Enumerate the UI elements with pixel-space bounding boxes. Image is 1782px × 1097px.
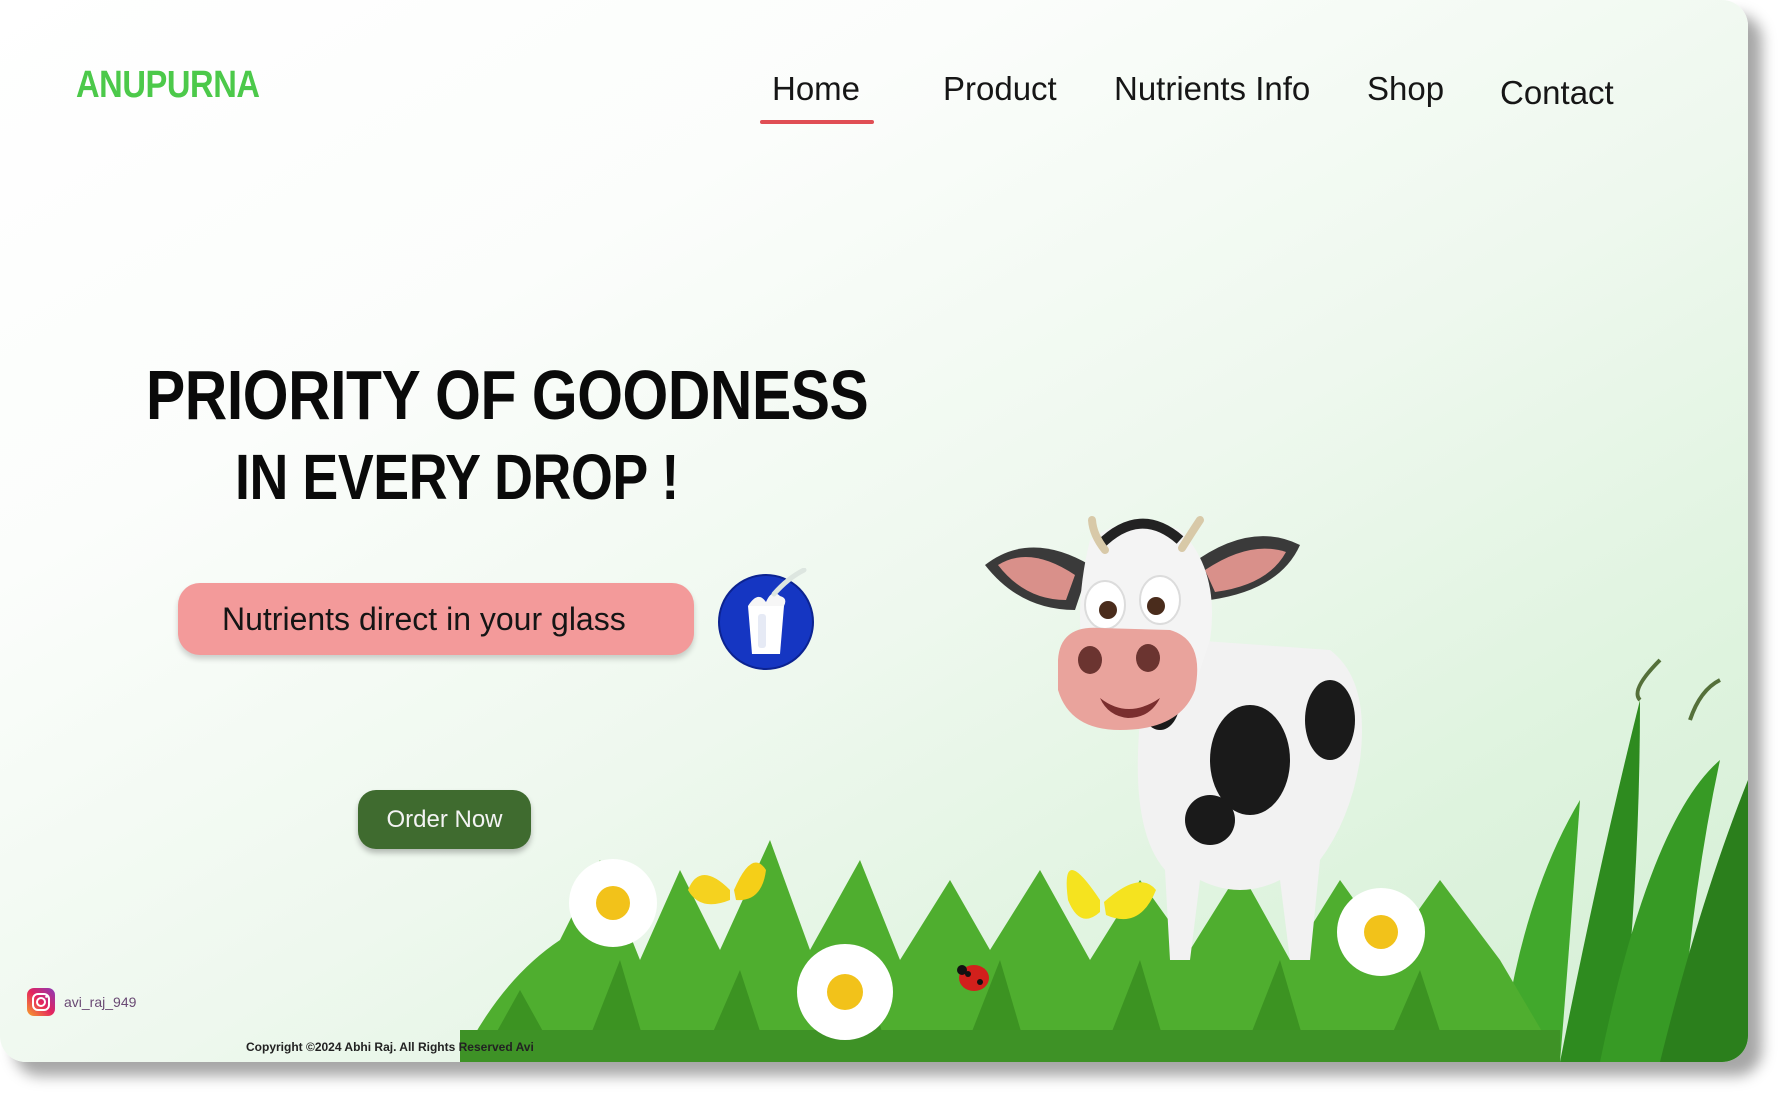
instagram-link[interactable]: avi_raj_949 bbox=[26, 987, 136, 1017]
nav-shop[interactable]: Shop bbox=[1367, 70, 1444, 108]
tagline-pill: Nutrients direct in your glass bbox=[178, 583, 694, 655]
tall-grass bbox=[1500, 658, 1748, 1062]
hero-headline-line2: IN EVERY DROP ! bbox=[235, 441, 679, 513]
hero-headline-line1: PRIORITY OF GOODNESS bbox=[146, 356, 869, 434]
nav-home[interactable]: Home bbox=[772, 70, 860, 108]
meadow-cow-illustration bbox=[460, 516, 1748, 1062]
grass-band bbox=[460, 840, 1560, 1062]
ladybug bbox=[957, 965, 989, 991]
landing-page: ANUPURNA Home Product Nutrients Info Sho… bbox=[0, 0, 1748, 1062]
copyright-text: Copyright ©2024 Abhi Raj. All Rights Res… bbox=[246, 1040, 534, 1054]
daisy-flower bbox=[1337, 888, 1425, 976]
order-now-button[interactable]: Order Now bbox=[358, 790, 531, 849]
cartoon-cow bbox=[985, 516, 1362, 960]
tagline-text: Nutrients direct in your glass bbox=[222, 600, 626, 637]
milk-glass-icon bbox=[718, 568, 814, 670]
instagram-handle[interactable]: avi_raj_949 bbox=[64, 994, 136, 1010]
butterfly bbox=[1066, 870, 1156, 920]
butterfly bbox=[688, 862, 766, 905]
daisy-flower bbox=[569, 859, 657, 947]
nav-contact[interactable]: Contact bbox=[1500, 74, 1614, 112]
nav-nutrients-info[interactable]: Nutrients Info bbox=[1114, 70, 1310, 108]
active-nav-indicator bbox=[760, 120, 874, 124]
daisy-flower bbox=[797, 944, 893, 1040]
main-nav: Home Product Nutrients Info Shop Contact bbox=[0, 70, 1748, 130]
instagram-icon bbox=[27, 988, 55, 1016]
nav-product[interactable]: Product bbox=[943, 70, 1057, 108]
